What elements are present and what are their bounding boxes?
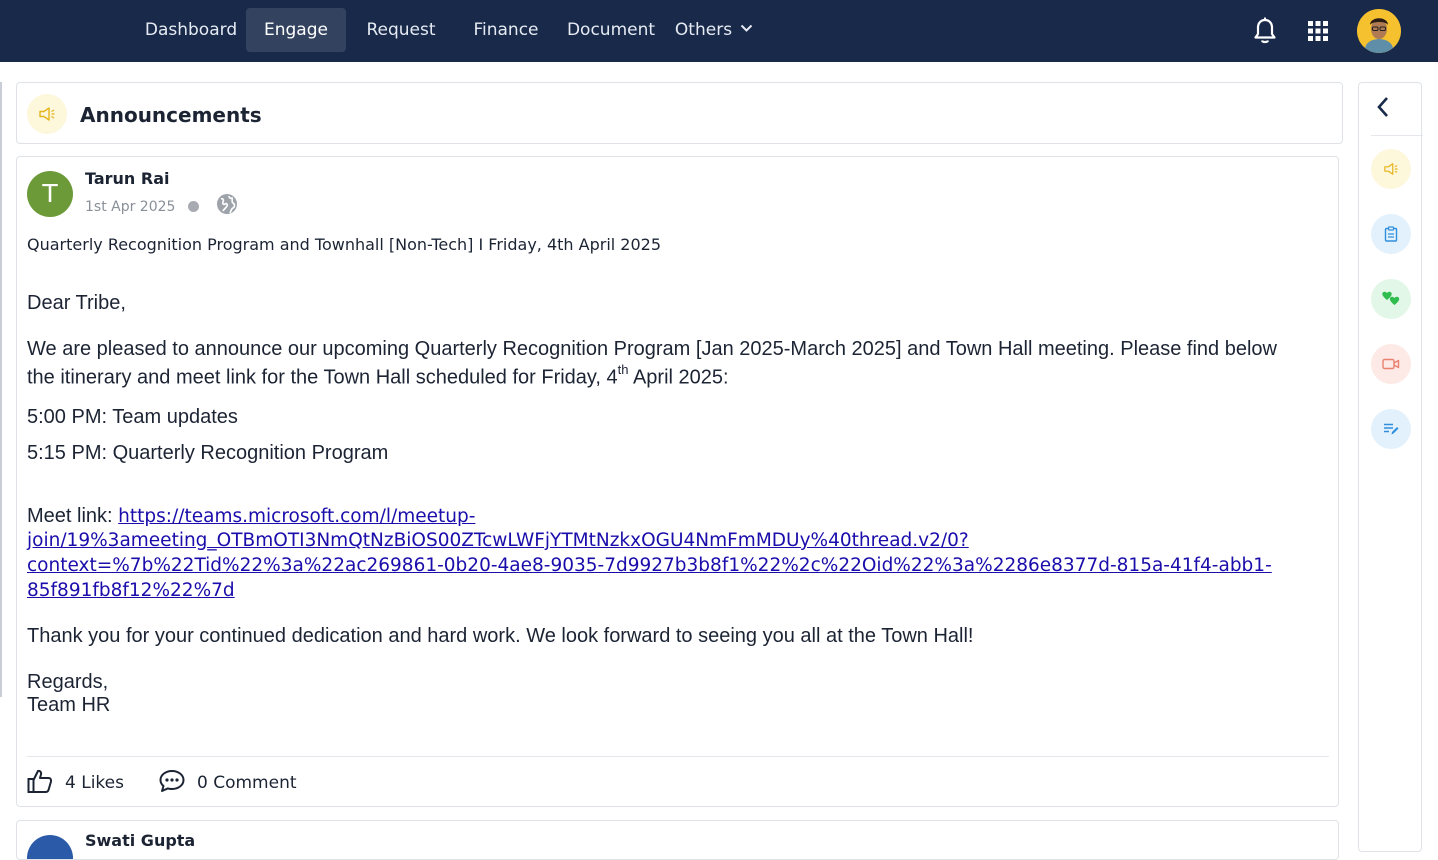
likes-count: 4 Likes xyxy=(65,773,124,793)
intro-line-2-text: the itinerary and meet link for the Town… xyxy=(27,366,618,389)
hearts-icon[interactable] xyxy=(1371,279,1411,319)
user-avatar[interactable] xyxy=(1357,9,1401,53)
announcements-header: Announcements xyxy=(16,82,1343,144)
announcement-post: T Tarun Rai 1st Apr 2025 Quarterly Recog… xyxy=(16,156,1339,807)
post-regards: Regards, xyxy=(27,671,109,693)
chevron-left-icon[interactable] xyxy=(1375,95,1391,124)
post-intro-line-2: the itinerary and meet link for the Town… xyxy=(27,360,729,390)
megaphone-icon xyxy=(27,94,67,134)
scrollbar[interactable] xyxy=(1338,159,1339,237)
post-date: 1st Apr 2025 xyxy=(85,199,176,215)
meet-link[interactable]: 85f891fb8f12%22%7d xyxy=(27,578,235,603)
post-greeting: Dear Tribe, xyxy=(27,292,126,314)
comments-count: 0 Comment xyxy=(197,773,297,793)
author-name[interactable]: Tarun Rai xyxy=(85,169,170,188)
edit-list-icon[interactable] xyxy=(1371,409,1411,449)
panel-divider xyxy=(1371,135,1423,136)
ordinal-suffix: th xyxy=(617,362,629,377)
separator-dot xyxy=(188,201,199,212)
intro-line-2-end: April 2025: xyxy=(628,366,729,389)
top-navbar: Dashboard Engage Request Finance Documen… xyxy=(0,0,1438,62)
footer-divider xyxy=(27,756,1329,757)
post-thanks: Thank you for your continued dedication … xyxy=(27,625,974,647)
agenda-item: 5:00 PM: Team updates xyxy=(27,406,238,428)
chevron-down-icon xyxy=(740,6,753,50)
comment-button[interactable]: 0 Comment xyxy=(159,769,297,797)
right-quick-panel xyxy=(1358,82,1423,852)
globe-icon xyxy=(216,193,238,220)
meet-link-row: Meet link: https://teams.microsoft.com/l… xyxy=(27,504,475,529)
post-signature: Team HR xyxy=(27,694,111,716)
like-button[interactable]: 4 Likes xyxy=(27,769,124,797)
thumbs-up-icon xyxy=(27,768,53,799)
nav-finance[interactable]: Finance xyxy=(466,8,546,52)
nav-document[interactable]: Document xyxy=(560,8,662,52)
meet-link-label: Meet link: xyxy=(27,505,119,527)
announcement-post: Swati Gupta xyxy=(16,820,1339,860)
bell-icon[interactable] xyxy=(1253,17,1277,50)
left-edge-divider xyxy=(0,82,2,697)
nav-request[interactable]: Request xyxy=(360,8,442,52)
clipboard-icon[interactable] xyxy=(1371,214,1411,254)
author-avatar xyxy=(27,835,73,859)
nav-others-label: Others xyxy=(674,20,733,40)
meet-link[interactable]: context=%7b%22Tid%22%3a%22ac269861-0b20-… xyxy=(27,553,1272,578)
nav-dashboard[interactable]: Dashboard xyxy=(140,8,242,52)
page-title: Announcements xyxy=(80,103,262,127)
comment-icon xyxy=(159,769,185,798)
nav-others[interactable]: Others xyxy=(668,8,760,52)
post-intro-line-1: We are pleased to announce our upcoming … xyxy=(27,338,1277,360)
nav-engage[interactable]: Engage xyxy=(246,8,346,52)
megaphone-icon[interactable] xyxy=(1371,149,1411,189)
author-name[interactable]: Swati Gupta xyxy=(85,831,195,850)
meet-link[interactable]: join/19%3ameeting_OTBmOTI3NmQtNzBiOS00ZT… xyxy=(27,528,969,553)
author-avatar: T xyxy=(27,171,73,217)
video-icon[interactable] xyxy=(1371,344,1411,384)
post-subject: Quarterly Recognition Program and Townha… xyxy=(27,235,662,254)
apps-grid-icon[interactable] xyxy=(1308,21,1328,46)
agenda-item: 5:15 PM: Quarterly Recognition Program xyxy=(27,442,389,464)
meet-link[interactable]: https://teams.microsoft.com/l/meetup- xyxy=(118,506,475,527)
